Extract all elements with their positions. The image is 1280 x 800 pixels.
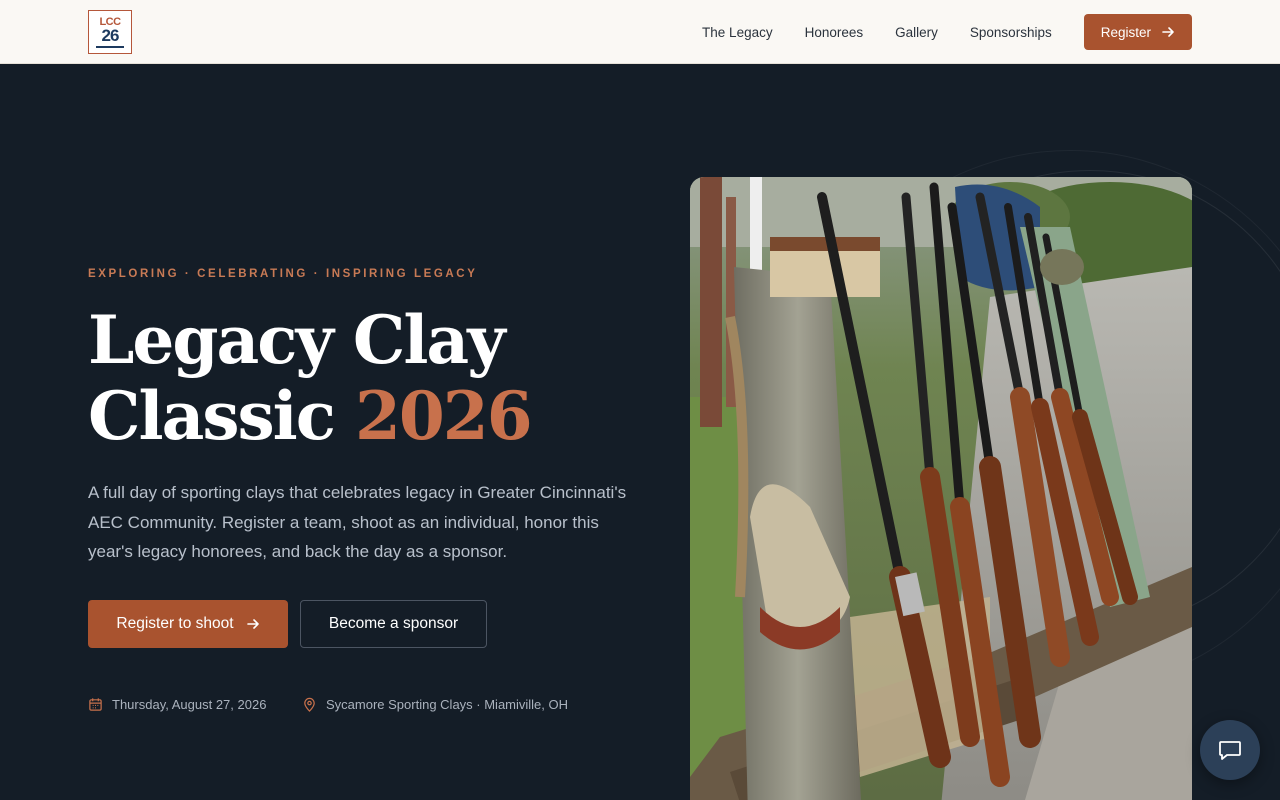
chat-button[interactable] <box>1200 720 1260 780</box>
event-date-text: Thursday, August 27, 2026 <box>112 697 267 712</box>
register-to-shoot-button[interactable]: Register to shoot <box>88 600 288 648</box>
chat-bubble-icon <box>1219 741 1241 760</box>
arrow-right-icon <box>246 619 259 629</box>
register-label: Register <box>1100 24 1151 40</box>
event-date: Thursday, August 27, 2026 <box>88 697 266 712</box>
calendar-icon <box>89 698 102 711</box>
map-pin-icon <box>304 697 315 712</box>
header-register-button[interactable]: Register <box>1083 14 1192 50</box>
nav-link-the-legacy[interactable]: The Legacy <box>702 25 773 40</box>
title-line-2: Classic <box>88 377 336 455</box>
hero-title: Legacy Clay Classic 2026 <box>88 301 533 455</box>
event-location: Sycamore Sporting Clays · Miamiville, OH <box>302 697 568 712</box>
title-line-1: Legacy Clay <box>88 301 506 379</box>
title-year: 2026 <box>354 377 533 455</box>
hero-photo <box>690 177 1192 800</box>
nav-link-honorees[interactable]: Honorees <box>805 25 864 40</box>
arrow-right-icon <box>1162 27 1174 37</box>
nav-link-gallery[interactable]: Gallery <box>895 25 938 40</box>
main-nav: The Legacy Honorees Gallery Sponsorships… <box>702 14 1192 50</box>
logo-underline <box>96 45 124 48</box>
register-to-shoot-label: Register to shoot <box>116 615 234 632</box>
event-location-text: Sycamore Sporting Clays · Miamiville, OH <box>326 697 569 712</box>
become-sponsor-label: Become a sponsor <box>328 615 459 632</box>
hero-description: A full day of sporting clays that celebr… <box>88 483 627 561</box>
nav-link-sponsorships[interactable]: Sponsorships <box>970 25 1052 40</box>
hero-eyebrow: EXPLORING · CELEBRATING · INSPIRING LEGA… <box>88 268 478 280</box>
site-logo[interactable]: LCC 26 <box>88 10 132 54</box>
gun-rack-photo <box>690 177 1192 800</box>
site-header: LCC 26 The Legacy Honorees Gallery Spons… <box>0 0 1280 64</box>
become-sponsor-button[interactable]: Become a sponsor <box>300 600 487 648</box>
